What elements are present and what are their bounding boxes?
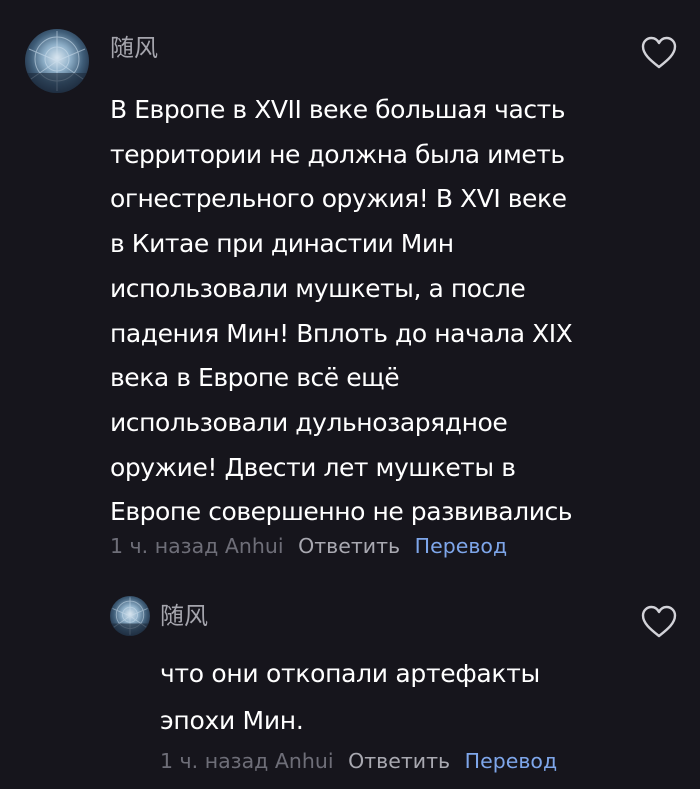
username[interactable]: 随风 bbox=[110, 33, 158, 63]
location: Anhui bbox=[224, 534, 284, 558]
translate-button[interactable]: Перевод bbox=[465, 747, 557, 775]
avatar-image bbox=[110, 597, 150, 636]
comment-meta: 1 ч. назад Anhui Ответить Перевод bbox=[110, 532, 507, 560]
like-button[interactable] bbox=[641, 605, 677, 639]
username[interactable]: 随风 bbox=[160, 601, 208, 631]
reply-button[interactable]: Ответить bbox=[348, 747, 450, 775]
avatar[interactable] bbox=[25, 29, 89, 93]
reply-button[interactable]: Ответить bbox=[298, 532, 400, 560]
heart-outline-icon bbox=[641, 605, 677, 638]
translate-button[interactable]: Перевод bbox=[415, 532, 507, 560]
comment-text: В Европе в XVII веке большая часть терри… bbox=[110, 95, 573, 527]
location: Anhui bbox=[274, 749, 334, 773]
avatar[interactable] bbox=[110, 596, 150, 636]
timestamp: 1 ч. назад bbox=[160, 749, 269, 773]
avatar-image bbox=[25, 31, 89, 93]
like-button[interactable] bbox=[641, 36, 677, 70]
reply-comment: 随风 что они откопали артефакты эпохи Мин.… bbox=[0, 590, 700, 789]
timestamp: 1 ч. назад bbox=[110, 534, 219, 558]
comment: 随风 В Европе в XVII веке большая часть те… bbox=[0, 0, 700, 570]
comment-meta: 1 ч. назад Anhui Ответить Перевод bbox=[160, 747, 557, 775]
comment-text: что они откопали артефакты эпохи Мин. bbox=[160, 659, 540, 735]
heart-outline-icon bbox=[641, 36, 677, 69]
